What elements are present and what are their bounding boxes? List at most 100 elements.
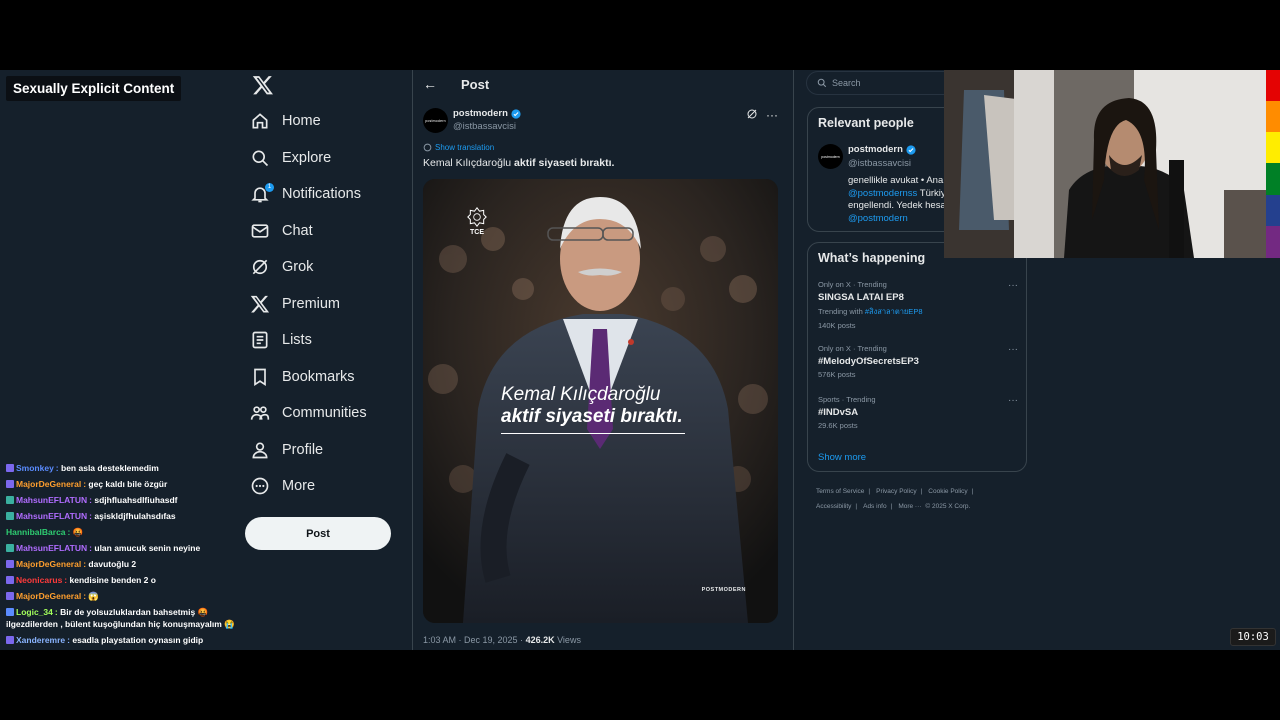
webcam-overlay (944, 70, 1280, 258)
post-timestamp[interactable]: 1:03 AM · Dec 19, 2025 · (423, 635, 526, 645)
show-translation-link[interactable]: Show translation (423, 143, 494, 152)
nav-label: Profile (282, 441, 324, 458)
nav-item-grok[interactable]: Grok (250, 252, 313, 282)
chat-username[interactable]: MahsunEFLATUN (16, 495, 87, 505)
trend-context: Only on X · Trending (818, 280, 887, 289)
chat-colon: : (67, 527, 71, 537)
chat-username[interactable]: MahsunEFLATUN (16, 511, 87, 521)
trend-hashtag-link[interactable]: #สิงสาลาตายEP8 (865, 307, 923, 316)
chat-badge-icon (6, 464, 14, 472)
chat-username[interactable]: HannibalBarca (6, 527, 66, 537)
show-translation-label: Show translation (435, 143, 495, 152)
chat-username[interactable]: MajorDeGeneral (16, 479, 81, 489)
nav-item-bookmarks[interactable]: Bookmarks (250, 362, 355, 392)
post-image[interactable]: TCE Kemal Kılıçdaroğlu aktif siyaseti bı… (423, 179, 778, 623)
stream-clock: 10:03 (1230, 628, 1276, 646)
trend-more-icon[interactable]: ··· (1008, 344, 1018, 355)
author-handle[interactable]: @istbassavcisi (453, 121, 521, 132)
nav-item-more[interactable]: More (250, 471, 315, 501)
trend-with: Trending with #สิงสาลาตายEP8 (818, 306, 1018, 318)
nav-label: Notifications (282, 186, 361, 202)
relevant-handle[interactable]: @istbassavcisi (848, 158, 911, 169)
stream-chat: Smonkey: ben asla desteklemedim MajorDeGe… (6, 460, 238, 648)
chat-colon: : (89, 543, 92, 553)
footer-link[interactable]: Ads info (863, 503, 887, 510)
nav-label: Communities (282, 405, 367, 421)
relevant-avatar[interactable]: postmodern (818, 144, 843, 169)
stream-left-panel: Sexually Explicit Content Smonkey: ben a… (0, 70, 240, 650)
bookmark-icon (254, 368, 266, 386)
chat-username[interactable]: Neonicarus (16, 575, 62, 585)
nav-item-premium[interactable]: Premium (250, 289, 340, 319)
nav-label: Chat (282, 222, 313, 239)
trend-topic: #INDvSA (818, 407, 859, 418)
x-sidebar-nav: Home Explore Notifications 1 Chat Grok Premium… (245, 70, 412, 650)
footer-separator: | (971, 488, 974, 495)
mail-icon (251, 223, 269, 238)
trend-more-icon[interactable]: ··· (1008, 280, 1018, 291)
post-text-plain: Kemal Kılıçdaroğlu (423, 157, 515, 169)
image-caption-underline (501, 433, 685, 434)
chat-text: ulan amucuk senin neyine (94, 543, 201, 553)
nav-item-notifications[interactable]: Notifications 1 (250, 179, 361, 209)
trend-topic: #MelodyOfSecretsEP3 (818, 356, 919, 367)
trend-item[interactable]: Sports · Trending #INDvSA 29.6K posts ··… (818, 395, 1018, 430)
whats-happening-box: What’s happening Only on X · Trending SI… (807, 242, 1027, 472)
trend-item[interactable]: Only on X · Trending #MelodyOfSecretsEP3… (818, 344, 1018, 379)
chat-message: MahsunEFLATUN: ulan amucuk senin neyine (6, 540, 238, 556)
chat-username[interactable]: Xanderemre (16, 635, 65, 645)
chat-text: davutoğlu 2 (88, 559, 137, 569)
chat-username[interactable]: MahsunEFLATUN (16, 543, 87, 553)
chat-text: aşiskldjfhulahsdıfas (94, 511, 176, 521)
chat-message: MahsunEFLATUN: aşiskldjfhulahsdıfas (6, 508, 238, 524)
grok-icon[interactable] (746, 108, 758, 120)
chat-colon: : (89, 495, 92, 505)
chat-username[interactable]: Smonkey (16, 463, 54, 473)
nav-item-lists[interactable]: Lists (250, 325, 312, 355)
footer-link[interactable]: Cookie Policy (928, 488, 967, 495)
chat-message: MajorDeGeneral: geç kaldı bile özgür (6, 476, 238, 492)
chat-username[interactable]: MajorDeGeneral (16, 559, 81, 569)
post-meta: 1:03 AM · Dec 19, 2025 · 426.2K Views (423, 635, 581, 645)
tce-logo-text: TCE (470, 229, 484, 236)
nav-item-profile[interactable]: Profile (250, 435, 323, 465)
chat-colon: : (55, 463, 59, 473)
chat-badge-icon (6, 480, 14, 488)
post-compose-button[interactable]: Post (245, 517, 391, 550)
tce-seal-icon (467, 207, 487, 227)
notification-count-badge: 1 (265, 183, 274, 192)
x-logo-icon[interactable] (252, 74, 274, 96)
footer-link[interactable]: Privacy Policy (876, 488, 916, 495)
nav-label: Lists (282, 332, 312, 348)
footer-link[interactable]: Accessibility (816, 503, 851, 510)
trend-item[interactable]: Only on X · Trending SINGSA LATAI EP8 Tr… (818, 280, 1018, 330)
chat-colon: : (83, 479, 87, 489)
relevant-name-text: postmodern (848, 144, 903, 155)
nav-item-chat[interactable]: Chat (250, 216, 313, 246)
chat-username[interactable]: MajorDeGeneral (16, 591, 81, 601)
post-actions: ··· (746, 108, 778, 122)
bio-mention-link[interactable]: @postmodernss (848, 188, 917, 199)
more-options-icon[interactable]: ··· (766, 108, 778, 122)
show-more-link[interactable]: Show more (818, 452, 866, 463)
footer-link[interactable]: Terms of Service (816, 488, 864, 495)
nav-item-home[interactable]: Home (250, 106, 321, 136)
trend-more-icon[interactable]: ··· (1008, 395, 1018, 406)
webcam-feed (944, 70, 1280, 258)
footer-separator: | (920, 488, 923, 495)
footer-link[interactable]: More ··· (898, 503, 921, 510)
nav-item-explore[interactable]: Explore (250, 143, 331, 173)
footer-link[interactable]: © 2025 X Corp. (925, 503, 970, 510)
chat-badge-icon (6, 496, 14, 504)
page-title: Post (461, 76, 490, 92)
author-name[interactable]: postmodern (453, 108, 508, 119)
chat-colon: : (83, 591, 87, 601)
chat-message: MahsunEFLATUN: sdjhfluahsdlfiuhasdf (6, 492, 238, 508)
chat-username[interactable]: Logic_34 (16, 607, 53, 617)
nav-item-communities[interactable]: Communities (250, 398, 367, 428)
post-header: ← Post (423, 76, 489, 92)
author-avatar[interactable]: postmodern (423, 108, 448, 133)
chat-message: Logic_34: Bir de yolsuzluklardan bahsetm… (6, 606, 238, 630)
relevant-name[interactable]: postmodern (848, 144, 916, 155)
back-arrow-icon[interactable]: ← (423, 76, 437, 92)
